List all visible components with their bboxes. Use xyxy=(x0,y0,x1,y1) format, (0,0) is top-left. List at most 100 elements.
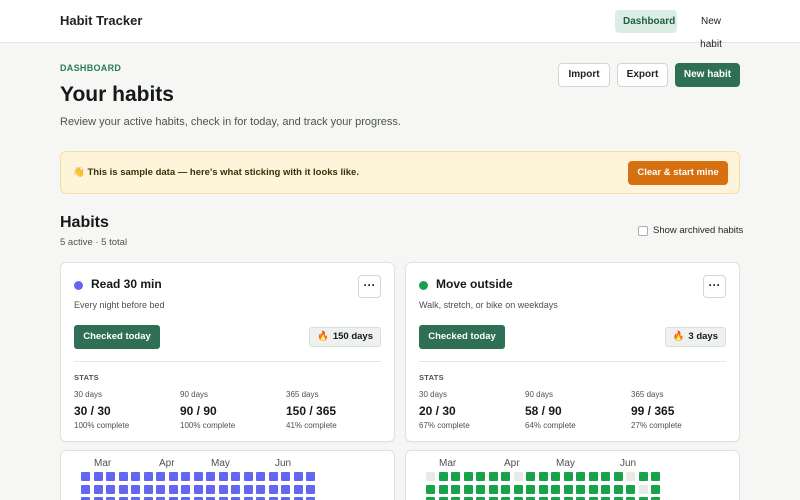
calendar-day-cell xyxy=(626,484,635,494)
calendar-day-cell xyxy=(613,472,623,481)
calendar-day-cell xyxy=(206,472,215,481)
month-label: Mar xyxy=(94,458,112,469)
stat-label: 90 days xyxy=(180,390,209,399)
stat-365-days: 365 days 99 / 365 27% complete xyxy=(631,390,731,430)
calendar-day-cell xyxy=(181,472,190,481)
calendar-day-cell xyxy=(193,484,203,494)
calendar-day-cell xyxy=(256,472,265,481)
calendar-day-cell xyxy=(526,472,535,481)
calendar-day-cell xyxy=(588,472,598,481)
habit-color-dot xyxy=(419,281,428,290)
stat-percent: 27% complete xyxy=(631,421,682,430)
calendar-day-cell xyxy=(626,472,635,481)
calendar-day-cell xyxy=(93,484,103,494)
calendar-day-cell xyxy=(206,484,215,494)
stat-percent: 100% complete xyxy=(74,421,130,430)
calendar-day-cell xyxy=(451,484,460,494)
calendar-day-cell xyxy=(476,472,485,481)
calendar-day-cell xyxy=(218,484,228,494)
import-button[interactable]: Import xyxy=(558,63,610,87)
calendar-day-cell xyxy=(476,484,485,494)
sample-data-banner: 👋 This is sample data — here's what stic… xyxy=(60,151,740,194)
calendar-day-cell xyxy=(563,484,573,494)
stat-30-days: 30 days 20 / 30 67% complete xyxy=(419,390,519,430)
app-brand[interactable]: Habit Tracker xyxy=(60,13,142,28)
checked-today-button[interactable]: Checked today xyxy=(74,325,160,349)
month-label: Jun xyxy=(275,458,292,469)
habit-card: Read 30 min Every night before bed ··· C… xyxy=(60,262,395,442)
page-title: Your habits xyxy=(60,83,174,106)
calendar-day-cell xyxy=(168,484,178,494)
stat-label: 30 days xyxy=(419,390,448,399)
calendar-day-cell xyxy=(451,472,460,481)
export-button[interactable]: Export xyxy=(617,63,668,87)
show-archived-toggle[interactable]: Show archived habits xyxy=(638,225,743,236)
calendar-day-cell xyxy=(231,484,240,494)
habits-section-title: Habits xyxy=(60,214,109,231)
habit-description: Walk, stretch, or bike on weekdays xyxy=(419,300,558,310)
streak-value: 3 days xyxy=(688,331,718,342)
calendar-day-cell xyxy=(281,484,290,494)
calendar-day-cell xyxy=(106,472,115,481)
calendar-day-cell xyxy=(193,472,203,481)
calendar-day-cell xyxy=(106,484,115,494)
calendar-day-cell xyxy=(651,472,660,481)
calendar-day-cell xyxy=(651,484,660,494)
stat-value: 150 / 365 xyxy=(286,404,337,418)
calendar-day-cell xyxy=(426,484,435,494)
checked-today-button[interactable]: Checked today xyxy=(419,325,505,349)
calendar-day-cell xyxy=(538,484,548,494)
stat-value: 90 / 90 xyxy=(180,404,217,418)
calendar-day-cell xyxy=(156,484,165,494)
clear-and-start-button[interactable]: Clear & start mine xyxy=(628,161,728,185)
calendar-day-cell xyxy=(613,484,623,494)
nav-new-habit-link[interactable]: New habit xyxy=(681,10,741,50)
stat-90-days: 90 days 90 / 90 100% complete xyxy=(180,390,280,430)
calendar-day-cell xyxy=(638,472,648,481)
calendar-day-cell xyxy=(131,484,140,494)
stat-percent: 64% complete xyxy=(525,421,576,430)
top-navbar: Habit Tracker Dashboard New habit xyxy=(0,0,800,50)
calendar-day-cell xyxy=(501,472,510,481)
new-habit-button[interactable]: New habit xyxy=(675,63,740,87)
month-label: Apr xyxy=(504,458,520,469)
calendar-day-cell xyxy=(256,484,265,494)
habit-calendar-card: Mar Apr May Jun xyxy=(405,450,740,500)
calendar-day-cell xyxy=(438,472,448,481)
calendar-day-cell xyxy=(168,472,178,481)
streak-badge: 🔥 3 days xyxy=(664,327,726,347)
calendar-day-cell xyxy=(576,472,585,481)
calendar-day-cell xyxy=(551,484,560,494)
page-eyebrow: DASHBOARD xyxy=(60,63,122,73)
stat-365-days: 365 days 150 / 365 41% complete xyxy=(286,390,386,430)
calendar-day-cell xyxy=(118,484,128,494)
calendar-day-cell xyxy=(243,472,253,481)
stat-label: 30 days xyxy=(74,390,103,399)
calendar-day-cell xyxy=(218,472,228,481)
show-archived-checkbox[interactable] xyxy=(638,225,648,236)
calendar-day-cell xyxy=(231,472,240,481)
calendar-day-cell xyxy=(526,484,535,494)
streak-value: 150 days xyxy=(332,331,373,342)
nav-dashboard-link[interactable]: Dashboard xyxy=(615,10,677,33)
calendar-day-cell xyxy=(268,484,278,494)
habit-card: Move outside Walk, stretch, or bike on w… xyxy=(405,262,740,442)
more-options-button[interactable]: ··· xyxy=(703,275,726,298)
month-label: Mar xyxy=(439,458,457,469)
stat-30-days: 30 days 30 / 30 100% complete xyxy=(74,390,174,430)
month-label: Apr xyxy=(159,458,175,469)
month-label: Jun xyxy=(620,458,637,469)
banner-text: 👋 This is sample data — here's what stic… xyxy=(73,167,359,178)
calendar-day-cell xyxy=(551,472,560,481)
calendar-day-cell xyxy=(601,484,610,494)
calendar-day-cell xyxy=(156,472,165,481)
stat-percent: 41% complete xyxy=(286,421,337,430)
calendar-day-cell xyxy=(438,484,448,494)
calendar-day-cell xyxy=(268,472,278,481)
calendar-day-cell xyxy=(81,484,90,494)
habit-name: Read 30 min xyxy=(91,277,162,291)
calendar-day-cell xyxy=(463,484,473,494)
calendar-day-cell xyxy=(588,484,598,494)
habit-color-dot xyxy=(74,281,83,290)
more-options-button[interactable]: ··· xyxy=(358,275,381,298)
